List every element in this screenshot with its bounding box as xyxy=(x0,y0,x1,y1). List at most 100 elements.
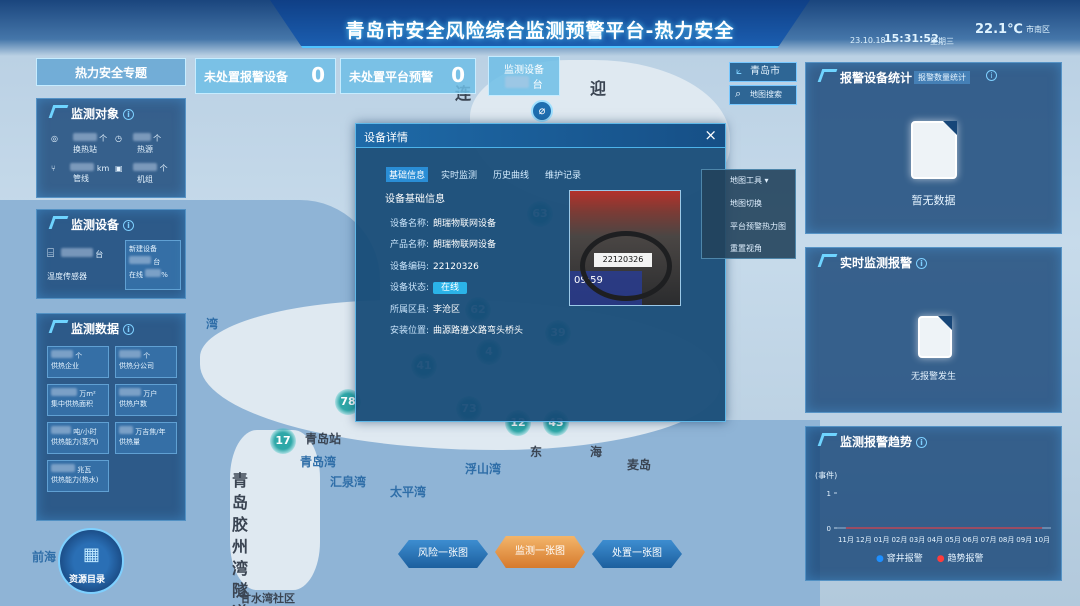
map-label-qingdao-station: 青岛站 xyxy=(305,430,341,447)
nav-monitor-map[interactable]: 监测一张图 xyxy=(495,536,585,568)
field-device-status: 设备状态:在线 xyxy=(390,280,467,293)
unhandled-platform-label: 未处置平台预警 xyxy=(349,68,433,85)
resource-catalog-button[interactable]: ▦ 资源目录 xyxy=(58,528,124,594)
close-icon[interactable]: × xyxy=(704,126,717,144)
pipeline-icon: ⑂ xyxy=(51,164,56,173)
nav-risk-map[interactable]: 风险一张图 xyxy=(398,540,488,568)
alarm-trend-title: 监测报警趋势i xyxy=(820,433,927,450)
unhandled-device-label: 未处置报警设备 xyxy=(204,68,288,85)
x-tick-label: 03月 xyxy=(909,536,925,544)
field-device-name: 设备名称:朗瑞物联网设备 xyxy=(390,216,496,229)
x-tick-label: 12月 xyxy=(856,536,872,544)
field-device-code: 设备编码:22120326 xyxy=(390,259,479,272)
catalog-icon: ▦ xyxy=(83,544,100,565)
nav-handle-map[interactable]: 处置一张图 xyxy=(592,540,682,568)
topic-button[interactable]: 热力安全专题 xyxy=(36,58,186,86)
monitor-device-count[interactable]: 监测设备 台 xyxy=(488,56,560,96)
device-sensor: ⌸ 台 温度传感器 xyxy=(47,246,103,282)
map-tools-menu: 地图工具 ▾ 地图切换 平台预警热力图 重置视角 xyxy=(701,169,796,259)
object-item: ◎ 个 换热站 xyxy=(51,133,107,155)
section-title: 设备基础信息 xyxy=(385,190,445,205)
data-item: 个供热企业 xyxy=(47,346,109,378)
object-item: ⑂ km 管线 xyxy=(51,163,109,184)
header-date: 23.10.18 xyxy=(850,36,886,45)
heat-station-icon: ◎ xyxy=(51,134,58,143)
legend-item-2[interactable]: ● 趋势报警 xyxy=(937,551,984,564)
tab-history[interactable]: 历史曲线 xyxy=(490,167,532,182)
heat-source-icon: ◷ xyxy=(115,134,122,143)
map-label-east: 东 xyxy=(530,443,542,460)
x-tick-label: 06月 xyxy=(963,536,979,544)
unhandled-platform-alert[interactable]: 未处置平台预警 0 xyxy=(340,58,476,94)
data-item: 个供热分公司 xyxy=(115,346,177,378)
x-tick-label: 04月 xyxy=(927,536,943,544)
unhandled-device-alert[interactable]: 未处置报警设备 0 xyxy=(195,58,336,94)
x-tick-label: 07月 xyxy=(981,536,997,544)
unhandled-platform-count: 0 xyxy=(451,63,465,87)
tab-basic-info[interactable]: 基础信息 xyxy=(386,167,428,182)
data-item: 兆瓦供热能力(热水) xyxy=(47,460,109,492)
heatmap-item[interactable]: 平台预警热力图 xyxy=(730,221,786,232)
map-label-yinghai: 迎 xyxy=(590,75,606,99)
monitor-data-panel: 监测数据i 个供热企业 个供热分公司 万m²集中供热面积 万户供热户数 吨/小时… xyxy=(36,313,186,521)
object-item: ▣ 个 机组 xyxy=(115,163,168,185)
info-icon[interactable]: i xyxy=(916,437,927,448)
device-photo[interactable]: 22120326 09:59 xyxy=(569,190,681,306)
map-label-huiquan-bay: 汇泉湾 xyxy=(330,473,366,490)
city-icon: ⟀ xyxy=(736,63,742,81)
map-tools-title[interactable]: 地图工具 ▾ xyxy=(730,175,769,186)
field-product-name: 产品名称:朗瑞物联网设备 xyxy=(390,237,496,250)
no-alarm-icon xyxy=(918,316,952,358)
data-item: 万吉焦/年供热量 xyxy=(115,422,177,454)
map-search-label: 地图搜索 xyxy=(750,90,782,99)
unhandled-device-count: 0 xyxy=(311,63,325,87)
info-icon[interactable]: i xyxy=(123,324,134,335)
catalog-label: 资源目录 xyxy=(69,572,105,585)
map-switch-item[interactable]: 地图切换 xyxy=(730,198,762,209)
map-search-button[interactable]: ⌕ 地图搜索 xyxy=(729,85,797,105)
realtime-empty: 无报警发生 xyxy=(806,369,1061,382)
tab-realtime[interactable]: 实时监测 xyxy=(438,167,480,182)
no-data-icon xyxy=(911,121,957,179)
info-icon[interactable]: i xyxy=(123,109,134,120)
info-icon[interactable]: i xyxy=(123,220,134,231)
legend-dot-icon: ● xyxy=(937,554,945,564)
realtime-alarm-title: 实时监测报警i xyxy=(820,254,927,271)
monitor-device-label: 监测设备 xyxy=(504,61,544,76)
x-tick-label: 02月 xyxy=(891,536,907,544)
x-tick-label: 08月 xyxy=(998,536,1014,544)
monitor-objects-title: 监测对象i xyxy=(51,105,134,122)
monitor-devices-title: 监测设备i xyxy=(51,216,134,233)
tab-maintenance[interactable]: 维护记录 xyxy=(542,167,584,182)
map-cluster[interactable]: 17 xyxy=(270,428,296,454)
y-tick-label: 0 xyxy=(827,525,831,533)
data-item: 万m²集中供热面积 xyxy=(47,384,109,416)
monitor-device-value xyxy=(505,76,529,88)
legend-item-1[interactable]: ● 窨井报警 xyxy=(876,551,923,564)
info-icon[interactable]: i xyxy=(916,258,927,269)
city-name: 青岛市 xyxy=(750,66,780,77)
map-label-maidao: 麦岛 xyxy=(627,456,651,473)
alarm-stats-panel: 报警设备统计 报警数量统计 i 暂无数据 xyxy=(805,62,1062,234)
data-item: 吨/小时供热能力(蒸汽) xyxy=(47,422,109,454)
map-label-tunnel: 青岛胶州湾隧道 xyxy=(232,470,250,606)
trend-unit: (事件) xyxy=(815,470,837,481)
alarm-stats-title: 报警设备统计 xyxy=(820,69,912,86)
header-district[interactable]: 市南区 xyxy=(1026,24,1050,35)
x-tick-label: 01月 xyxy=(874,536,890,544)
modal-header: 设备详情 × xyxy=(356,124,725,148)
unit-icon: ▣ xyxy=(115,164,123,173)
reset-view-item[interactable]: 重置视角 xyxy=(730,243,762,254)
map-label-sea: 海 xyxy=(590,443,602,460)
x-tick-label: 09月 xyxy=(1016,536,1032,544)
map-label-qianhai: 前海 xyxy=(32,548,56,565)
info-icon[interactable]: i xyxy=(986,70,997,81)
city-selector[interactable]: ⟀ 青岛市 xyxy=(729,62,797,82)
monitor-objects-panel: 监测对象i ◎ 个 换热站 ◷ 个 热源 ⑂ km 管线 ▣ 个 机组 xyxy=(36,98,186,198)
thermometer-marker-icon[interactable]: ⌀ xyxy=(531,100,553,122)
search-icon: ⌕ xyxy=(735,85,741,103)
device-detail-modal: 设备详情 × 基础信息 实时监测 历史曲线 维护记录 设备基础信息 设备名称:朗… xyxy=(355,123,726,422)
alarm-count-tab[interactable]: 报警数量统计 xyxy=(914,71,970,84)
realtime-alarm-panel: 实时监测报警i 无报警发生 xyxy=(805,247,1062,413)
photo-pipe xyxy=(580,231,672,301)
